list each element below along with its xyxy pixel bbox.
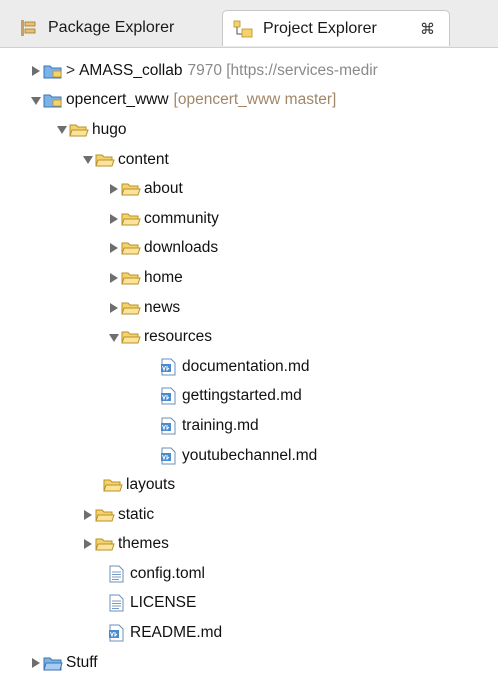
- tree-item-label: gettingstarted.md: [182, 387, 302, 405]
- markdown-file-icon: [159, 447, 179, 465]
- chevron-right-icon[interactable]: [30, 65, 41, 77]
- folder-icon: [121, 270, 141, 286]
- folder-icon: [121, 240, 141, 256]
- tree-item-themes[interactable]: themes: [0, 530, 498, 560]
- tree-item-layouts[interactable]: layouts: [0, 470, 498, 500]
- tree-item-label: README.md: [130, 624, 223, 642]
- markdown-file-icon: [107, 624, 127, 642]
- tree-item-label: LICENSE: [130, 594, 197, 612]
- tree-item-home[interactable]: home: [0, 263, 498, 293]
- close-icon[interactable]: ⌘: [420, 20, 435, 38]
- project-tree: > AMASS_collab 7970 [https://services-me…: [0, 56, 498, 677]
- tab-package-explorer[interactable]: Package Explorer: [18, 10, 174, 46]
- chevron-right-icon[interactable]: [108, 302, 119, 314]
- tab-label: Package Explorer: [48, 19, 175, 36]
- tree-item-label: static: [118, 505, 155, 523]
- chevron-down-icon[interactable]: [56, 124, 67, 136]
- folder-open-icon: [69, 122, 89, 138]
- chevron-right-icon[interactable]: [108, 183, 119, 195]
- git-branch-label: [opencert_www master]: [173, 91, 337, 109]
- tree-item-amass-collab[interactable]: > AMASS_collab 7970 [https://services-me…: [0, 56, 498, 86]
- markdown-file-icon: [159, 387, 179, 405]
- tree-item-label: training.md: [182, 416, 259, 434]
- tree-item-license[interactable]: LICENSE: [0, 589, 498, 619]
- tree-item-label: news: [144, 298, 181, 316]
- tree-item-youtubechannel-md[interactable]: youtubechannel.md: [0, 441, 498, 471]
- tree-item-label: Stuff: [66, 653, 98, 671]
- chevron-right-icon[interactable]: [30, 657, 41, 669]
- tree-item-opencert-www[interactable]: opencert_www [opencert_www master]: [0, 86, 498, 116]
- tree-item-label: home: [144, 268, 183, 286]
- tree-item-content[interactable]: content: [0, 145, 498, 175]
- chevron-right-icon[interactable]: [82, 538, 93, 550]
- tree-item-label: opencert_www: [66, 91, 169, 109]
- chevron-down-icon[interactable]: [108, 331, 119, 343]
- dirty-marker: >: [66, 61, 76, 79]
- folder-icon: [121, 300, 141, 316]
- tree-item-training-md[interactable]: training.md: [0, 411, 498, 441]
- tree-item-readme-md[interactable]: README.md: [0, 618, 498, 648]
- tree-item-gettingstarted-md[interactable]: gettingstarted.md: [0, 382, 498, 412]
- tree-item-about[interactable]: about: [0, 174, 498, 204]
- folder-icon: [121, 181, 141, 197]
- project-explorer-icon: [233, 20, 253, 38]
- tree-item-news[interactable]: news: [0, 293, 498, 323]
- tab-project-explorer[interactable]: Project Explorer ⌘: [222, 10, 450, 46]
- tree-item-label: content: [118, 150, 169, 168]
- text-file-icon: [107, 594, 127, 612]
- tree-item-documentation-md[interactable]: documentation.md: [0, 352, 498, 382]
- tree-item-label: hugo: [92, 120, 127, 138]
- tree-item-label: AMASS_collab: [79, 61, 183, 79]
- project-folder-icon: [43, 92, 63, 108]
- chevron-down-icon[interactable]: [30, 94, 41, 106]
- tree-item-label: layouts: [126, 476, 176, 494]
- folder-open-icon: [95, 152, 115, 168]
- tree-item-label: about: [144, 180, 183, 198]
- text-file-icon: [107, 565, 127, 583]
- tree-item-resources[interactable]: resources: [0, 322, 498, 352]
- view-tab-bar: Package Explorer Project Explorer ⌘: [0, 0, 498, 48]
- tree-item-static[interactable]: static: [0, 500, 498, 530]
- tree-item-config-toml[interactable]: config.toml: [0, 559, 498, 589]
- chevron-right-icon[interactable]: [82, 509, 93, 521]
- tree-item-label: downloads: [144, 239, 219, 257]
- tree-item-label: themes: [118, 535, 169, 553]
- svn-revision-label: 7970 [https://services-medir: [187, 61, 378, 79]
- chevron-right-icon[interactable]: [108, 272, 119, 284]
- tree-item-community[interactable]: community: [0, 204, 498, 234]
- package-explorer-icon: [18, 19, 38, 37]
- folder-icon: [95, 536, 115, 552]
- tree-item-label: config.toml: [130, 564, 205, 582]
- folder-icon: [121, 211, 141, 227]
- markdown-file-icon: [159, 417, 179, 435]
- project-folder-icon: [43, 63, 63, 79]
- project-folder-icon: [43, 655, 63, 671]
- chevron-right-icon[interactable]: [108, 242, 119, 254]
- tree-item-label: resources: [144, 328, 213, 346]
- tree-item-label: community: [144, 209, 219, 227]
- folder-empty-icon: [103, 477, 123, 493]
- chevron-right-icon[interactable]: [108, 213, 119, 225]
- chevron-down-icon[interactable]: [82, 154, 93, 166]
- folder-open-icon: [121, 329, 141, 345]
- tree-item-hugo[interactable]: hugo: [0, 115, 498, 145]
- markdown-file-icon: [159, 358, 179, 376]
- tree-item-downloads[interactable]: downloads: [0, 234, 498, 264]
- tree-item-label: youtubechannel.md: [182, 446, 318, 464]
- tree-item-label: documentation.md: [182, 357, 310, 375]
- folder-icon: [95, 507, 115, 523]
- tab-label: Project Explorer: [263, 19, 377, 37]
